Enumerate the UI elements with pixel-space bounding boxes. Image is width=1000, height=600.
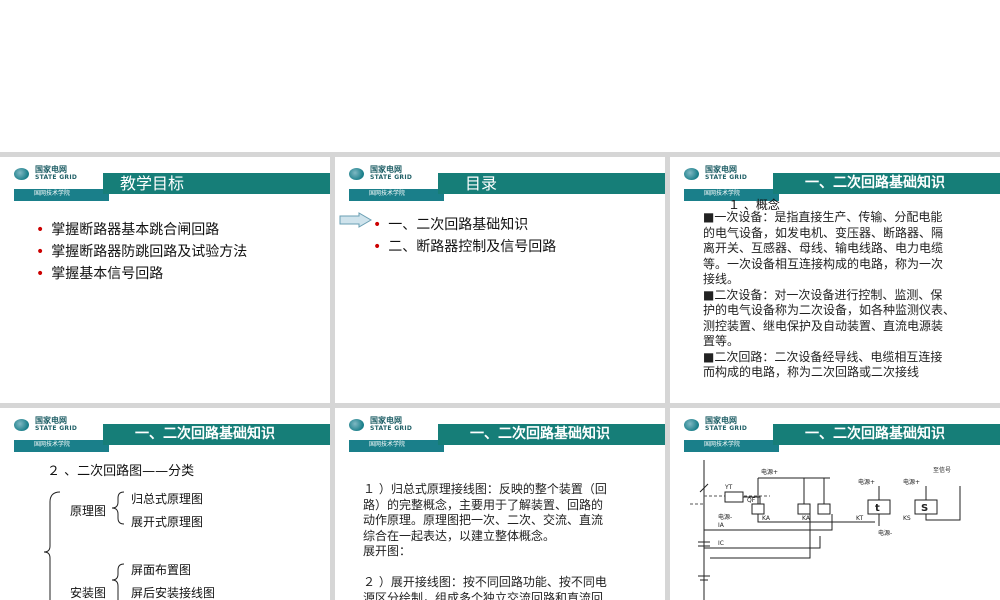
list-item: • 掌握断路器防跳回路及试验方法: [36, 244, 248, 260]
state-grid-logo: 国家电网 STATE GRID 国网技术学院: [14, 416, 109, 454]
slide-1[interactable]: 国家电网 STATE GRID 国网技术学院 教学目标 • 掌握断路器基本跳合闸回…: [0, 157, 330, 403]
logo-cn: 国家电网: [35, 165, 67, 174]
globe-icon: [684, 168, 699, 180]
list-item: 屏后安装接线图: [131, 586, 216, 600]
title-band: 目录: [438, 173, 665, 194]
state-grid-logo: 国家电网 STATE GRID 国网技术学院: [684, 416, 779, 454]
globe-icon: [14, 419, 29, 431]
label-pos3: 电源+: [903, 478, 920, 486]
label-kt: KT: [856, 515, 863, 522]
label-pos2: 电源+: [858, 478, 875, 486]
state-grid-logo: 国家电网 STATE GRID 国网技术学院: [349, 416, 444, 454]
title-band: 一、二次回路基础知识: [773, 173, 1000, 194]
label-qf: QF: [747, 497, 756, 504]
globe-icon: [684, 419, 699, 431]
slide-5[interactable]: 国家电网 STATE GRID 国网技术学院 一、二次回路基础知识 １ ）归总式…: [335, 408, 665, 600]
label-signal: 至信号: [933, 466, 951, 474]
slide-grid: 国家电网 STATE GRID 国网技术学院 教学目标 • 掌握断路器基本跳合闸回…: [0, 152, 1000, 600]
paragraph-2: ２ ）展开接线图：按不同回路功能、按不同电 源区分绘制，组成多个独立交流回路和直…: [363, 575, 607, 600]
label-s: S: [921, 503, 928, 514]
section-heading: ２ 、二次回路图——分类: [47, 464, 195, 479]
title-band: 教学目标: [103, 173, 330, 194]
globe-icon: [14, 168, 29, 180]
group-label: 安装图: [70, 586, 107, 600]
group-label: 原理图: [70, 504, 107, 518]
label-ka1: KA: [762, 515, 771, 522]
list-item: 归总式原理图: [131, 492, 204, 506]
slide-3[interactable]: 国家电网 STATE GRID 国网技术学院 一、二次回路基础知识 １ 、概念 …: [670, 157, 1000, 403]
label-pos1: 电源+: [761, 468, 778, 476]
circuit-diagram: YT QF 电源+ 电源+ 电源+ 至信号 电源- 电源- IA IC KA K…: [690, 460, 961, 600]
globe-icon: [349, 419, 364, 431]
label-neg1: 电源-: [718, 513, 732, 521]
title-band: 一、二次回路基础知识: [438, 424, 665, 445]
slide-title: 一、二次回路基础知识: [470, 426, 610, 442]
label-yt: YT: [724, 484, 733, 491]
list-item: • 二、断路器控制及信号回路: [373, 239, 557, 255]
globe-icon: [349, 168, 364, 180]
state-grid-logo: 国家电网 STATE GRID 国网技术学院: [14, 165, 109, 203]
slide-title: 目录: [465, 174, 498, 193]
slide-4[interactable]: 国家电网 STATE GRID 国网技术学院 一、二次回路基础知识 ２ 、二次回…: [0, 408, 330, 600]
arrow-icon: [339, 212, 372, 228]
slide-6[interactable]: 国家电网 STATE GRID 国网技术学院 一、二次回路基础知识 YT QF …: [670, 408, 1000, 600]
label-ic: IC: [718, 540, 724, 547]
label-neg2: 电源-: [878, 529, 892, 537]
slide-2[interactable]: 国家电网 STATE GRID 国网技术学院 目录 • 一、二次回路基础知识 • 二…: [335, 157, 665, 403]
list-item: • 掌握断路器基本跳合闸回路: [36, 222, 220, 238]
label-ks: KS: [903, 515, 911, 522]
state-grid-logo: 国家电网 STATE GRID 国网技术学院: [349, 165, 444, 203]
paragraph-1: １ ）归总式原理接线图：反映的整个装置（回 路）的完整概念，主要用于了解装置、回…: [363, 482, 607, 558]
logo-en: STATE GRID: [35, 174, 78, 181]
label-ka2: KA: [802, 515, 811, 522]
slide-title: 教学目标: [120, 174, 185, 193]
slide-title: 一、二次回路基础知识: [805, 426, 945, 442]
label-t: t: [875, 503, 880, 514]
list-item: 屏面布置图: [131, 563, 192, 577]
slide-title: 一、二次回路基础知识: [135, 426, 275, 442]
title-band: 一、二次回路基础知识: [103, 424, 330, 445]
label-ia: IA: [718, 522, 725, 529]
logo-sub: 国网技术学院: [34, 190, 71, 197]
title-band: 一、二次回路基础知识: [773, 424, 1000, 445]
list-item: 展开式原理图: [131, 515, 204, 529]
concept-text: ■一次设备：是指直接生产、传输、分配电能 的电气设备，如发电机、变压器、断路器、…: [703, 210, 956, 379]
slide-title: 一、二次回路基础知识: [805, 175, 945, 191]
list-item: • 一、二次回路基础知识: [373, 217, 529, 233]
list-item: • 掌握基本信号回路: [36, 266, 164, 282]
